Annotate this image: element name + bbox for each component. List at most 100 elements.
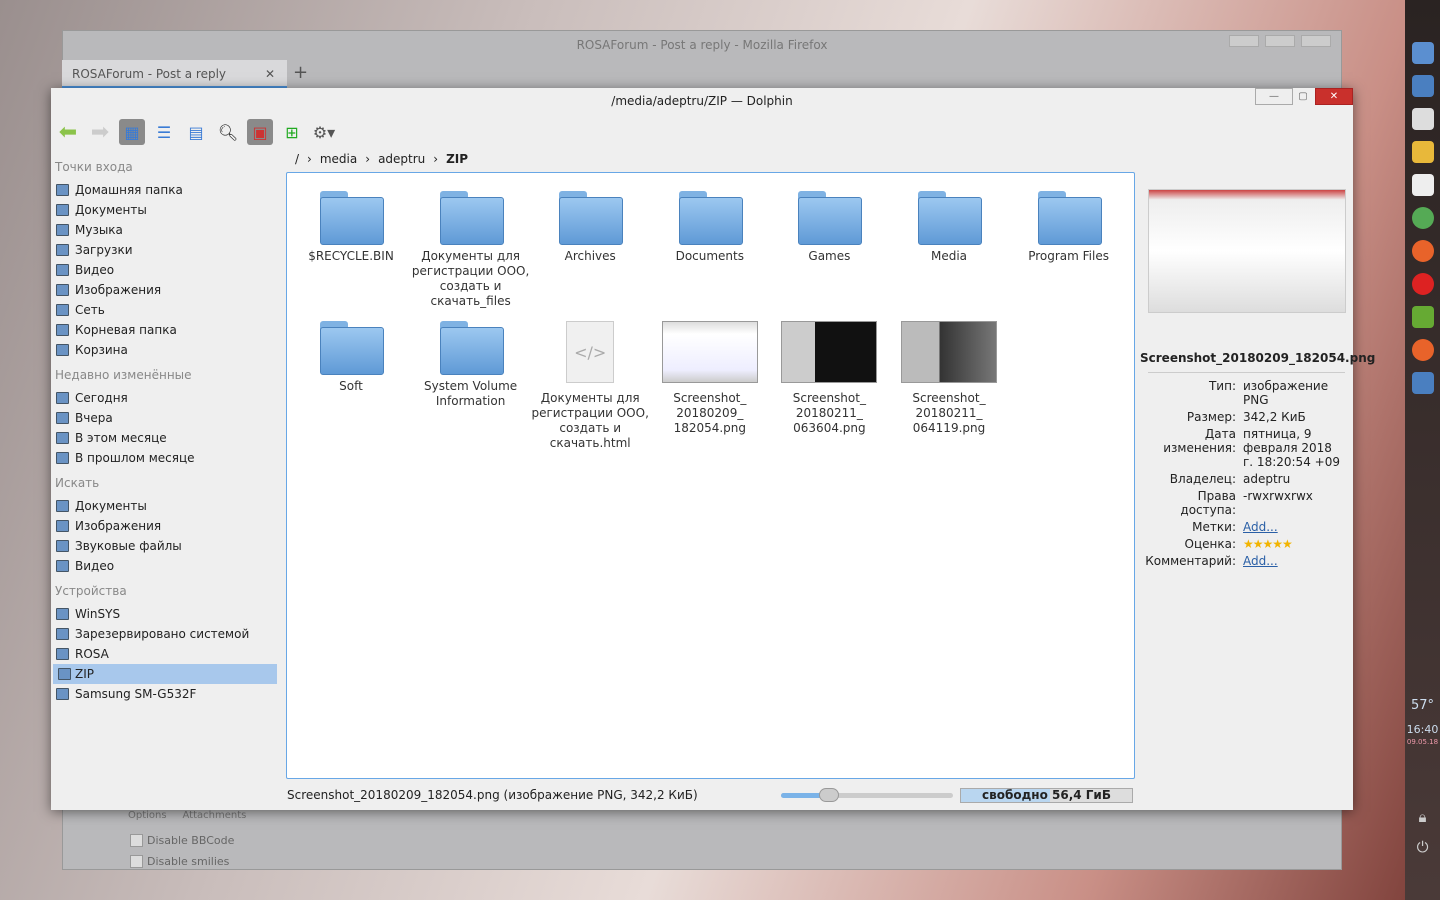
sidebar-item-label: Изображения xyxy=(75,519,162,533)
settings-menu-button[interactable]: ⚙▾ xyxy=(311,119,337,145)
file-name: Screenshot_ 20180211_ 063604.png xyxy=(792,391,866,435)
firefox-icon[interactable] xyxy=(1411,240,1434,262)
sidebar-item-devices[interactable]: Зарезервировано системой xyxy=(51,624,283,644)
attachments-tab[interactable]: Attachments xyxy=(183,810,247,821)
sidebar-item-recent[interactable]: В прошлом месяце xyxy=(51,448,283,468)
recent-header: Недавно изменённые xyxy=(55,368,192,382)
file-item[interactable]: Документы для регистрации ООО, создать и… xyxy=(412,191,530,309)
forward-button[interactable]: ➡ xyxy=(87,119,113,145)
power-icon[interactable]: ⏻ xyxy=(1405,838,1440,856)
place-icon xyxy=(56,432,69,444)
close-button[interactable] xyxy=(1301,35,1331,47)
dolphin-window: /media/adeptru/ZIP — Dolphin — ▢ ✕ ⬅ ➡ ▦… xyxy=(51,88,1375,810)
sidebar-item-devices[interactable]: WinSYS xyxy=(51,604,283,624)
search-button[interactable]: 🔍︎ xyxy=(215,119,241,145)
sidebar-item-search[interactable]: Изображения xyxy=(51,516,283,536)
download-icon[interactable] xyxy=(1411,306,1434,328)
minimize-button[interactable]: — xyxy=(1255,88,1293,105)
rating-stars[interactable]: ★★★★★ xyxy=(1243,537,1343,551)
sidebar-item-recent[interactable]: В этом месяце xyxy=(51,428,283,448)
maximize-button[interactable] xyxy=(1265,35,1295,47)
file-item[interactable]: System Volume Information xyxy=(412,321,530,409)
place-icon xyxy=(56,344,69,356)
disable-bbcode-checkbox[interactable]: Disable BBCode xyxy=(130,834,234,847)
crumb-zip[interactable]: ZIP xyxy=(446,152,468,166)
file-preview-image xyxy=(1148,189,1346,313)
firefox-task-icon[interactable] xyxy=(1411,339,1434,361)
sidebar-item-label: В прошлом месяце xyxy=(75,451,195,465)
place-icon xyxy=(56,244,69,256)
dolphin-task-icon[interactable] xyxy=(1411,372,1434,394)
folder-icon[interactable] xyxy=(1411,141,1434,163)
icons-view-button[interactable]: ▦ xyxy=(119,119,145,145)
file-item[interactable]: Screenshot_ 20180211_ 063604.png xyxy=(770,321,888,436)
compact-view-button[interactable]: ☰ xyxy=(151,119,177,145)
preview-button[interactable]: ▣ xyxy=(247,119,273,145)
options-tab[interactable]: Options Attachments xyxy=(128,810,246,821)
file-item[interactable]: Archives xyxy=(531,191,649,264)
close-button[interactable]: ✕ xyxy=(1315,88,1353,105)
opera-icon[interactable] xyxy=(1411,273,1434,295)
sidebar-item-places[interactable]: Корневая папка xyxy=(51,320,283,340)
app-icon[interactable] xyxy=(1411,75,1434,97)
info-key: Оценка: xyxy=(1184,537,1237,551)
crumb-root[interactable]: / xyxy=(295,152,299,166)
zoom-slider[interactable] xyxy=(781,788,953,802)
sidebar-item-places[interactable]: Корзина xyxy=(51,340,283,360)
app-icon[interactable] xyxy=(1411,42,1434,64)
add-link[interactable]: Add... xyxy=(1243,554,1343,568)
file-item[interactable]: Media xyxy=(890,191,1008,264)
sidebar-item-search[interactable]: Видео xyxy=(51,556,283,576)
crumb-adeptru[interactable]: adeptru xyxy=(378,152,425,166)
network-icon[interactable] xyxy=(1411,207,1434,229)
sidebar-item-recent[interactable]: Сегодня xyxy=(51,388,283,408)
crumb-media[interactable]: media xyxy=(320,152,357,166)
sidebar-item-recent[interactable]: Вчера xyxy=(51,408,283,428)
tab-close-icon[interactable]: ✕ xyxy=(265,60,275,88)
sidebar-item-devices[interactable]: Samsung SM-G532F xyxy=(51,684,283,704)
info-key: Дата изменения: xyxy=(1163,427,1236,455)
file-item[interactable]: </> Документы для регистрации ООО, создат… xyxy=(531,321,649,451)
info-key: Права доступа: xyxy=(1180,489,1236,517)
clock-time[interactable]: 16:40 xyxy=(1405,723,1440,736)
minimize-button[interactable] xyxy=(1229,35,1259,47)
status-text: Screenshot_20180209_182054.png (изображе… xyxy=(287,788,698,802)
sidebar-item-places[interactable]: Видео xyxy=(51,260,283,280)
sidebar-item-label: В этом месяце xyxy=(75,431,167,445)
back-button[interactable]: ⬅ xyxy=(55,119,81,145)
file-item[interactable]: Documents xyxy=(651,191,769,264)
sidebar-item-places[interactable]: Изображения xyxy=(51,280,283,300)
sidebar-item-places[interactable]: Сеть xyxy=(51,300,283,320)
disable-smilies-checkbox[interactable]: Disable smilies xyxy=(130,855,229,868)
place-icon xyxy=(56,560,69,572)
sidebar-item-places[interactable]: Домашняя папка xyxy=(51,180,283,200)
file-item[interactable]: Screenshot_ 20180209_ 182054.png xyxy=(651,321,769,436)
file-item[interactable]: Games xyxy=(770,191,888,264)
firefox-tab[interactable]: ROSAForum - Post a reply ✕ xyxy=(62,60,287,88)
place-icon xyxy=(56,520,69,532)
details-view-button[interactable]: ▤ xyxy=(183,119,209,145)
text-editor-icon[interactable] xyxy=(1411,174,1434,196)
sidebar-item-places[interactable]: Загрузки xyxy=(51,240,283,260)
maximize-button[interactable]: ▢ xyxy=(1293,88,1313,105)
file-item[interactable]: Soft xyxy=(292,321,410,394)
sidebar-item-label: Музыка xyxy=(75,223,123,237)
file-item[interactable]: Program Files xyxy=(1010,191,1128,264)
info-row: Оценка: ★★★★★ xyxy=(1140,537,1353,551)
file-item[interactable]: $RECYCLE.BIN xyxy=(292,191,410,264)
file-item[interactable]: Screenshot_ 20180211_ 064119.png xyxy=(890,321,1008,436)
add-link[interactable]: Add... xyxy=(1243,520,1343,534)
new-tab-button[interactable]: + xyxy=(293,62,308,83)
lock-icon[interactable]: 🔒︎ xyxy=(1405,808,1440,826)
spreadsheet-icon[interactable] xyxy=(1411,108,1434,130)
html-file-icon: </> xyxy=(566,321,615,383)
sidebar-item-label: Корневая папка xyxy=(75,323,177,337)
sidebar-item-search[interactable]: Документы xyxy=(51,496,283,516)
sidebar-item-places[interactable]: Музыка xyxy=(51,220,283,240)
sidebar-item-devices[interactable]: ZIP xyxy=(53,664,277,684)
file-view[interactable]: $RECYCLE.BIN Документы для регистрации ОО… xyxy=(286,172,1135,779)
sidebar-item-places[interactable]: Документы xyxy=(51,200,283,220)
split-view-button[interactable]: ⊞ xyxy=(279,119,305,145)
sidebar-item-devices[interactable]: ROSA xyxy=(51,644,283,664)
sidebar-item-search[interactable]: Звуковые файлы xyxy=(51,536,283,556)
